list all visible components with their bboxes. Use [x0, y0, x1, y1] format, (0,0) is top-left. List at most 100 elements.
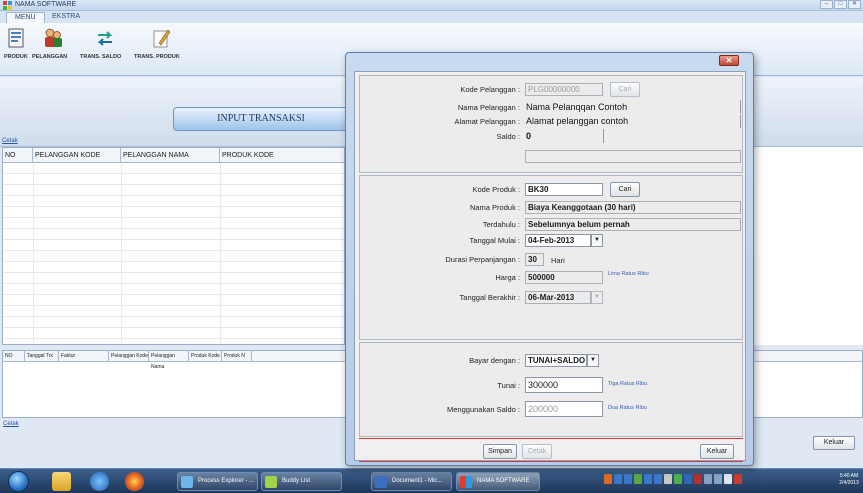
cari-produk-button[interactable]: Cari	[610, 182, 640, 197]
table-row	[3, 284, 344, 295]
tray-icon[interactable]	[654, 474, 662, 484]
table-row	[3, 273, 344, 284]
tanggal-mulai-dropdown[interactable]: ▼	[591, 234, 603, 247]
table-row	[3, 317, 344, 328]
dialog-body: Kode Pelanggan : PLG00000000 Cari Nama P…	[354, 71, 746, 462]
chrome-icon[interactable]	[125, 472, 144, 491]
task-process-explorer[interactable]: Process Explorer - ...	[177, 472, 258, 491]
chevron-down-icon: ▼	[594, 294, 600, 300]
pen-paper-icon	[153, 29, 171, 48]
close-window-button[interactable]: ✕	[848, 0, 861, 9]
tab-menu[interactable]: MENU	[6, 12, 45, 23]
col-produk-nama[interactable]: Produk N	[222, 351, 252, 362]
col-produk-kode[interactable]: Produk Kode	[189, 351, 222, 362]
simpan-button[interactable]: Simpan	[483, 444, 517, 459]
cetak-bottom-link[interactable]: Cetak	[3, 421, 19, 427]
minimize-button[interactable]: –	[820, 0, 833, 9]
bayar-dengan-label: Bayar dengan :	[469, 356, 520, 365]
col-produk-kode[interactable]: PRODUK KODE	[220, 148, 346, 163]
task-document1[interactable]: Document1 - Mic...	[371, 472, 452, 491]
table-row	[3, 218, 344, 229]
pelanggan-button[interactable]: PELANGGAN	[32, 27, 74, 69]
kode-produk-label: Kode Produk :	[472, 185, 520, 194]
table-row	[3, 295, 344, 306]
tanggal-mulai-field[interactable]: 04-Feb-2013	[525, 234, 591, 247]
tanggal-berakhir-dropdown[interactable]: ▼	[591, 291, 603, 304]
kode-produk-field[interactable]: BK30	[525, 183, 603, 196]
window-title: NAMA SOFTWARE	[15, 1, 77, 8]
taskbar: Process Explorer - ... Buddy List Docume…	[0, 468, 863, 493]
col-faktur[interactable]: Faktur	[59, 351, 109, 362]
alamat-pelanggan-value: Alamat pelanggan contoh	[526, 116, 629, 126]
produk-button[interactable]: PRODUK	[4, 27, 28, 69]
tab-ekstra[interactable]: EKSTRA	[44, 12, 88, 23]
trans-produk-button[interactable]: TRANS. PRODUK	[134, 27, 188, 69]
tray-icon[interactable]	[614, 474, 622, 484]
tray-icon[interactable]	[664, 474, 672, 484]
divider	[359, 438, 743, 439]
volume-icon[interactable]	[724, 474, 732, 484]
keluar-main-button[interactable]: Keluar	[813, 436, 855, 450]
terdahulu-field: Sebelumnya belum pernah	[525, 218, 741, 231]
tray-icon[interactable]	[704, 474, 712, 484]
tray-icon[interactable]	[644, 474, 652, 484]
trans-saldo-button[interactable]: TRANS. SALDO	[80, 27, 130, 69]
customer-people-icon	[45, 28, 62, 47]
field-edge	[740, 100, 741, 114]
nama-produk-field: Biaya Keanggotaan (30 hari)	[525, 201, 741, 214]
bayar-dengan-select[interactable]: TUNAI+SALDO	[525, 354, 587, 367]
tray-icon[interactable]	[714, 474, 722, 484]
payment-section: Bayar dengan : TUNAI+SALDO ▼ Tunai : 300…	[359, 342, 743, 437]
saldo-words: Dua Ratus Ribu	[608, 405, 647, 411]
tray-icon[interactable]	[604, 474, 612, 484]
table-row	[3, 262, 344, 273]
field-edge	[740, 115, 741, 128]
tunai-input[interactable]: 300000	[525, 377, 603, 393]
col-pelanggan-nama[interactable]: Pelanggan Nama	[149, 351, 189, 370]
table-row	[3, 185, 344, 196]
browser-icon[interactable]	[90, 472, 109, 491]
col-no[interactable]: NO	[3, 351, 25, 362]
menggunakan-saldo-label: Menggunakan Saldo :	[447, 405, 520, 414]
task-label: Buddy List	[282, 478, 311, 484]
menggunakan-saldo-field[interactable]: 200000	[525, 401, 603, 417]
keluar-dialog-button[interactable]: Keluar	[700, 444, 734, 459]
col-tanggal-trx[interactable]: Tanggal Trx	[25, 351, 59, 362]
bayar-dengan-dropdown[interactable]: ▼	[587, 354, 599, 367]
tanggal-mulai-label: Tanggal Mulai :	[469, 236, 520, 245]
transaction-grid[interactable]: NO PELANGGAN KODE PELANGGAN NAMA PRODUK …	[2, 147, 345, 345]
chevron-down-icon: ▼	[594, 237, 600, 243]
field-edge	[603, 129, 604, 143]
harga-field: 500000	[525, 271, 603, 284]
start-button[interactable]	[8, 471, 29, 492]
transaction-dialog: ✕ Kode Pelanggan : PLG00000000 Cari Nama…	[345, 52, 754, 466]
maximize-button[interactable]: □	[834, 0, 847, 9]
tray-icon[interactable]	[624, 474, 632, 484]
tanggal-berakhir-label: Tanggal Berakhir :	[459, 293, 520, 302]
task-nama-software[interactable]: NAMA SOFTWARE	[456, 472, 540, 491]
product-section: Kode Produk : BK30 Cari Nama Produk : Bi…	[359, 175, 743, 340]
task-buddy-list[interactable]: Buddy List	[261, 472, 342, 491]
flag-icon[interactable]	[734, 474, 742, 484]
col-pelanggan-kode[interactable]: Pelanggan Kode	[109, 351, 149, 362]
clock[interactable]: 5:40 AM 2/4/2013	[836, 473, 862, 487]
tray-icon[interactable]	[634, 474, 642, 484]
page-title: INPUT TRANSAKSI	[173, 107, 349, 131]
tray-icon[interactable]	[694, 474, 702, 484]
cari-pelanggan-button[interactable]: Cari	[610, 82, 640, 97]
durasi-field: 30	[525, 253, 544, 266]
tray-icon[interactable]	[674, 474, 682, 484]
kode-pelanggan-field[interactable]: PLG00000000	[525, 83, 603, 96]
dialog-close-button[interactable]: ✕	[719, 55, 739, 66]
table-row	[3, 207, 344, 218]
tray-icon[interactable]	[684, 474, 692, 484]
table-row	[3, 240, 344, 251]
cetak-button[interactable]: Cetak	[522, 444, 552, 459]
folder-icon[interactable]	[52, 472, 71, 491]
durasi-unit: Hari	[551, 256, 565, 265]
col-pelanggan-nama[interactable]: PELANGGAN NAMA	[121, 148, 220, 163]
nama-pelanggan-value: Nama Pelanqqan Contoh	[526, 102, 628, 112]
col-no[interactable]: NO	[3, 148, 33, 163]
col-pelanggan-kode[interactable]: PELANGGAN KODE	[33, 148, 121, 163]
cetak-top-link[interactable]: Cetak	[2, 138, 18, 144]
